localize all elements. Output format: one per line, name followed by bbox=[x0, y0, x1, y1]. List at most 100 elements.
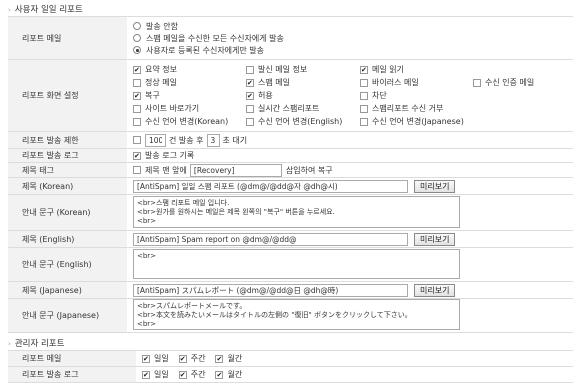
setting-option[interactable]: 스팸 메일 bbox=[246, 77, 360, 88]
admin-log-weekly-checkbox[interactable] bbox=[178, 370, 187, 379]
admin-mail-monthly-checkbox[interactable] bbox=[215, 354, 224, 363]
setting-checkbox-label: 실시간 스팸리포트 bbox=[258, 104, 320, 113]
setting-option[interactable]: 바이러스 메일 bbox=[360, 77, 473, 88]
send-limit-checkbox[interactable] bbox=[133, 136, 141, 144]
setting-option[interactable]: 사이트 바로가기 bbox=[133, 103, 246, 114]
subject-japanese-label: 제목 (Japanese) bbox=[8, 281, 127, 299]
setting-checkbox-label: 스팸리포트 수신 거부 bbox=[372, 104, 444, 113]
setting-checkbox[interactable] bbox=[360, 78, 368, 87]
setting-option[interactable]: 수신 언어 변경(English) bbox=[246, 116, 360, 127]
setting-checkbox[interactable] bbox=[133, 117, 141, 126]
setting-checkbox-label: 발신 메일 정보 bbox=[258, 65, 308, 74]
setting-option[interactable]: 요약 정보 bbox=[133, 64, 246, 75]
wait-seconds-input[interactable] bbox=[206, 133, 220, 147]
section-title-admin-report: › 관리자 리포트 bbox=[8, 337, 64, 349]
send-log-checkbox[interactable] bbox=[133, 151, 141, 160]
setting-checkbox[interactable] bbox=[360, 117, 368, 126]
setting-checkbox-label: 복구 bbox=[145, 91, 160, 100]
radio-no-send[interactable] bbox=[133, 22, 141, 30]
admin-report-form: 리포트 메일 일일 주간 월간 리포트 발송 로그 일일 주간 월간 bbox=[8, 350, 573, 383]
setting-checkbox[interactable] bbox=[133, 65, 141, 74]
setting-checkbox-label: 요약 정보 bbox=[145, 65, 177, 74]
subject-japanese-input[interactable] bbox=[133, 283, 408, 297]
notice-japanese-label: 안내 문구 (Japanese) bbox=[8, 298, 127, 333]
subject-tag-suffix: 삽입하여 복구 bbox=[285, 165, 333, 175]
setting-option[interactable]: 허용 bbox=[246, 90, 360, 101]
subject-tag-label: 제목 태그 bbox=[8, 162, 127, 178]
send-limit-label: 리포트 발송 제한 bbox=[8, 131, 127, 149]
empty-cell bbox=[473, 90, 573, 101]
setting-option[interactable]: 실시간 스팸리포트 bbox=[246, 103, 360, 114]
setting-checkbox[interactable] bbox=[133, 104, 141, 113]
admin-mail-weekly-label: 주간 bbox=[190, 354, 206, 363]
subject-korean-label: 제목 (Korean) bbox=[8, 177, 127, 195]
notice-japanese-textarea[interactable]: <br>スパムレポートメールです。 <br>本文を読みたいメールはタイトルの左側… bbox=[133, 299, 460, 330]
setting-checkbox[interactable] bbox=[246, 78, 254, 87]
preview-korean-button[interactable]: 미리보기 bbox=[414, 179, 456, 193]
setting-checkbox[interactable] bbox=[246, 117, 254, 126]
notice-english-label: 안내 문구 (English) bbox=[8, 247, 127, 282]
send-limit-mid-text: 건 발송 후 bbox=[169, 135, 204, 145]
radio-option-registered-users[interactable]: 사용자로 등록된 수신자에게만 발송 bbox=[133, 44, 573, 56]
setting-checkbox[interactable] bbox=[246, 104, 254, 113]
admin-mail-daily-checkbox[interactable] bbox=[142, 354, 150, 363]
send-count-input[interactable] bbox=[145, 133, 166, 147]
setting-option[interactable]: 수신 언어 변경(Korean) bbox=[133, 116, 246, 127]
setting-option[interactable]: 발신 메일 정보 bbox=[246, 64, 360, 75]
radio-option-all-recipients[interactable]: 스팸 메일을 수신한 모든 수신자에게 발송 bbox=[133, 32, 573, 44]
send-log-label: 리포트 발송 로그 bbox=[8, 148, 127, 163]
subject-tag-checkbox-label: 제목 맨 앞에 bbox=[145, 165, 187, 175]
setting-option[interactable]: 메일 읽기 bbox=[360, 64, 473, 75]
setting-checkbox-label: 수신 언어 변경(English) bbox=[258, 117, 343, 126]
user-report-form: 리포트 메일 발송 안함 스팸 메일을 수신한 모든 수신자에게 발송 사용자로… bbox=[8, 16, 573, 333]
admin-report-mail-label: 리포트 메일 bbox=[8, 350, 136, 367]
setting-checkbox[interactable] bbox=[360, 91, 368, 100]
send-log-checkbox-label: 발송 로그 기록 bbox=[145, 151, 195, 160]
setting-checkbox[interactable] bbox=[246, 91, 254, 100]
section-title-text: 관리자 리포트 bbox=[14, 339, 65, 349]
preview-japanese-button[interactable]: 미리보기 bbox=[414, 283, 456, 297]
setting-checkbox[interactable] bbox=[473, 78, 481, 87]
subject-english-input[interactable] bbox=[133, 232, 408, 246]
setting-checkbox-label: 허용 bbox=[258, 91, 273, 100]
admin-log-monthly-checkbox[interactable] bbox=[215, 370, 224, 379]
report-mail-label: 리포트 메일 bbox=[8, 16, 127, 60]
admin-log-daily-label: 일일 bbox=[154, 370, 169, 379]
radio-option-no-send[interactable]: 발송 안함 bbox=[133, 20, 573, 32]
admin-mail-weekly-checkbox[interactable] bbox=[178, 354, 187, 363]
preview-english-button[interactable]: 미리보기 bbox=[414, 232, 456, 246]
subject-korean-input[interactable] bbox=[133, 179, 408, 193]
setting-option[interactable]: 복구 bbox=[133, 90, 246, 101]
setting-option[interactable]: 수신 언어 변경(Japanese) bbox=[360, 116, 473, 127]
setting-checkbox[interactable] bbox=[246, 65, 254, 74]
setting-checkbox[interactable] bbox=[360, 104, 368, 113]
setting-option[interactable]: 수신 인증 메일 bbox=[473, 77, 573, 88]
subject-tag-checkbox[interactable] bbox=[133, 166, 141, 174]
screen-settings-grid: 요약 정보 발신 메일 정보 메일 읽기정상 메일 스팸 메일 바이러스 메일 수신 인증… bbox=[133, 64, 573, 127]
empty-cell bbox=[473, 64, 573, 75]
notice-korean-textarea[interactable]: <br>스팸 리포트 메일 입니다. <br>원가를 원하시는 메일은 제목 왼… bbox=[133, 195, 460, 228]
notice-english-textarea[interactable]: <br> bbox=[133, 248, 460, 279]
subject-english-label: 제목 (English) bbox=[8, 230, 127, 248]
admin-log-daily-checkbox[interactable] bbox=[142, 370, 150, 379]
setting-option[interactable]: 차단 bbox=[360, 90, 473, 101]
empty-cell bbox=[473, 103, 573, 114]
setting-checkbox[interactable] bbox=[133, 78, 141, 87]
setting-checkbox-label: 바이러스 메일 bbox=[372, 78, 419, 87]
admin-log-monthly-label: 월간 bbox=[227, 370, 243, 379]
subject-tag-input[interactable] bbox=[189, 163, 282, 177]
setting-option[interactable]: 스팸리포트 수신 거부 bbox=[360, 103, 473, 114]
section-title-user-report: › 사용자 일일 리포트 bbox=[8, 3, 83, 15]
setting-checkbox-label: 정상 메일 bbox=[145, 78, 177, 87]
setting-checkbox-label: 메일 읽기 bbox=[372, 65, 404, 74]
section-title-text: 사용자 일일 리포트 bbox=[14, 5, 83, 15]
radio-registered-users[interactable] bbox=[133, 46, 141, 54]
bullet-icon: › bbox=[8, 6, 11, 14]
setting-checkbox-label: 수신 인증 메일 bbox=[485, 78, 535, 87]
setting-checkbox[interactable] bbox=[133, 91, 141, 100]
setting-checkbox-label: 사이트 바로가기 bbox=[145, 104, 200, 113]
setting-option[interactable]: 정상 메일 bbox=[133, 77, 246, 88]
setting-checkbox[interactable] bbox=[360, 65, 368, 74]
admin-send-log-label: 리포트 발송 로그 bbox=[8, 366, 136, 383]
radio-all-recipients[interactable] bbox=[133, 34, 141, 42]
